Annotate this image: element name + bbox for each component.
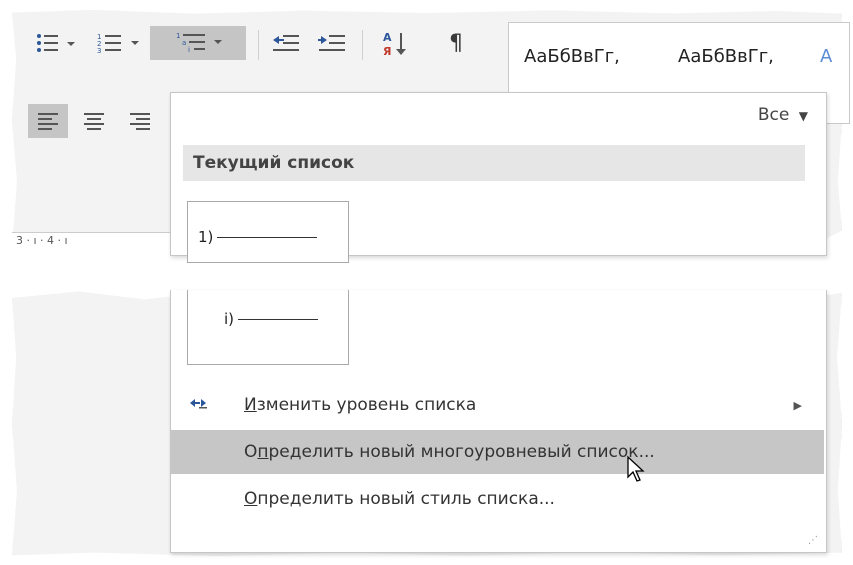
numbering-button[interactable]: 1 2 3 — [90, 28, 148, 58]
level-3-line — [238, 318, 319, 320]
menu-item-change-list-level[interactable]: Изменить уровень списка ▶ — [171, 383, 824, 427]
multilevel-list-dropdown-lower: i) Изменить уровень списка ▶ Определить … — [170, 290, 827, 553]
current-list-thumbnail[interactable]: 1) — [187, 201, 349, 263]
pilcrow-icon: ¶ — [449, 30, 463, 56]
menu-item-define-list-style[interactable]: Определить новый стиль списка... — [171, 477, 824, 521]
style-preview-no-spacing[interactable]: АаБбВвГг, — [678, 46, 774, 67]
menu-item-label: Изменить уровень списка — [244, 395, 477, 415]
multilevel-list-icon: 1 a i — [176, 32, 222, 54]
filter-dropdown[interactable]: Все ▼ — [758, 105, 808, 125]
change-level-icon — [189, 395, 209, 416]
increase-indent-icon — [318, 35, 345, 51]
separator — [362, 30, 363, 60]
multilevel-list-button[interactable]: 1 a i — [150, 26, 246, 60]
menu-item-label: Определить новый многоуровневый список..… — [244, 442, 655, 462]
align-left-button[interactable] — [28, 104, 68, 138]
show-formatting-button[interactable]: ¶ — [436, 28, 476, 58]
decrease-indent-icon — [273, 35, 299, 51]
decrease-indent-button[interactable] — [266, 28, 306, 58]
thumbnail-level-1: 1) — [198, 228, 318, 246]
align-right-button[interactable] — [120, 104, 160, 138]
svg-text:1: 1 — [176, 32, 180, 40]
thumbnail-level-3: i) — [224, 310, 319, 328]
svg-text:А: А — [383, 31, 392, 44]
svg-text:i: i — [188, 46, 190, 54]
menu-item-define-multilevel-list[interactable]: Определить новый многоуровневый список..… — [171, 430, 824, 474]
numbered-list-icon: 1 2 3 — [97, 33, 139, 55]
current-list-thumbnail-lower[interactable]: i) — [187, 290, 349, 365]
level-1-line — [217, 236, 318, 238]
caret-down-icon: ▼ — [798, 109, 808, 123]
svg-text:3: 3 — [97, 47, 101, 55]
ruler-marks: 3 · ı · 4 · ı — [16, 234, 68, 247]
svg-text:Я: Я — [383, 45, 391, 58]
submenu-arrow-icon: ▶ — [793, 398, 802, 412]
align-left-icon — [38, 113, 58, 130]
level-1-number: 1) — [198, 228, 214, 246]
section-header: Текущий список — [183, 145, 805, 181]
style-preview-heading[interactable]: А — [820, 46, 832, 67]
align-right-icon — [130, 113, 150, 130]
sort-az-icon: А Я — [383, 31, 406, 58]
multilevel-list-dropdown: Все ▼ Текущий список 1) — [170, 92, 827, 263]
resize-grip-icon[interactable]: ⋰ — [808, 535, 818, 546]
align-center-button[interactable] — [74, 104, 114, 138]
separator — [258, 30, 259, 60]
increase-indent-button[interactable] — [312, 28, 352, 58]
bullet-list-icon — [37, 34, 75, 52]
ruler: 3 · ı · 4 · ı — [12, 232, 172, 251]
level-3-number: i) — [224, 310, 235, 328]
bullets-button[interactable] — [28, 28, 84, 58]
align-center-icon — [84, 113, 104, 130]
menu-item-label: Определить новый стиль списка... — [244, 489, 555, 509]
style-preview-normal[interactable]: АаБбВвГг, — [524, 46, 620, 67]
filter-label: Все — [757, 105, 790, 125]
mouse-cursor-icon — [627, 455, 645, 482]
svg-text:a: a — [182, 39, 186, 47]
sort-button[interactable]: А Я — [376, 26, 416, 62]
